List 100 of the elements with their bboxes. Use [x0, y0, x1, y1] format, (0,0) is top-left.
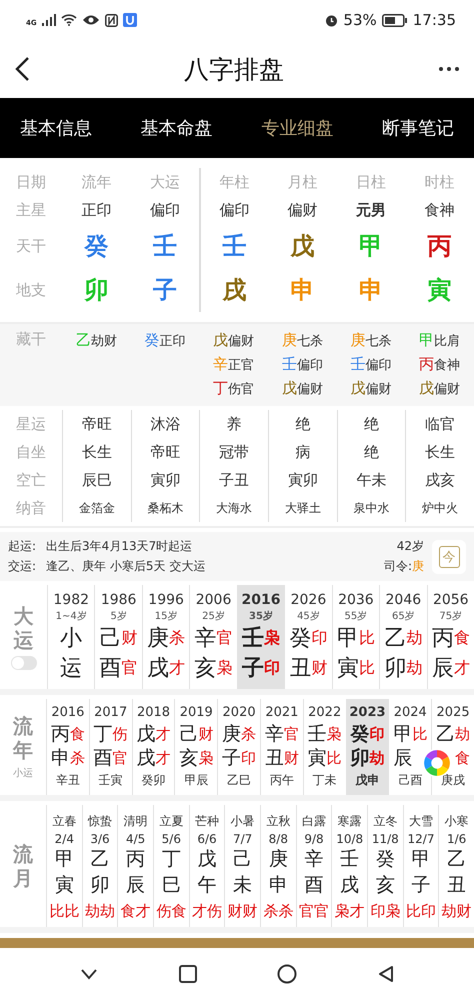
age-text: 35岁 [249, 610, 273, 624]
back-icon[interactable] [378, 965, 394, 983]
recents-icon[interactable] [178, 965, 197, 983]
branch-char: 丑 [289, 655, 312, 684]
luck-column[interactable]: 2016 35岁 壬枭 子印 [236, 585, 284, 690]
date-text: 2/4 [54, 832, 74, 846]
year-text: 2023 [349, 705, 386, 722]
tab[interactable]: 专业细盘 [261, 112, 334, 144]
xiaoyun-text: 丁未 [312, 772, 337, 790]
stem-char: 甲 [393, 722, 412, 748]
stem-char: 丙 [432, 625, 454, 654]
term-text: 白露 [302, 813, 326, 830]
back-nav-icon[interactable] [80, 968, 98, 980]
home-icon[interactable] [277, 964, 298, 984]
month-column[interactable]: 立冬 11/8 癸 亥 印枭 [367, 805, 403, 928]
year-column[interactable]: 2020 庚杀 子印 乙巳 [217, 699, 260, 796]
year-column[interactable]: 2017 丁伤 酉官 壬寅 [88, 699, 132, 796]
battery-percent: 53% [343, 11, 377, 29]
branch-char: 卯 [384, 655, 406, 684]
date-text: 1/6 [447, 832, 466, 846]
info-label: 司令: [384, 559, 412, 573]
god-text: 比 [326, 748, 342, 768]
tab[interactable]: 基本命盘 [140, 112, 213, 144]
god-text: 比比 [49, 902, 80, 922]
stem-char: 庚 [147, 625, 170, 654]
god-text: 官 [284, 724, 299, 744]
god-text: 才 [169, 658, 186, 679]
stage-text: 寅卯 [150, 470, 180, 490]
god-text: 枭 [326, 724, 342, 744]
back-icon[interactable] [14, 56, 30, 82]
more-icon[interactable] [438, 66, 460, 72]
god-text: 才伤 [192, 902, 222, 922]
month-column[interactable]: 大雪 12/7 甲 子 比印 [402, 805, 438, 928]
tab[interactable]: 断事笔记 [382, 112, 454, 144]
god-text: 劫 [455, 724, 470, 744]
year-column[interactable]: 2019 己财 亥枭 甲辰 [174, 699, 218, 796]
month-column[interactable]: 小寒 1/6 乙 丑 劫财 [438, 805, 474, 928]
row-label: 空亡 [16, 470, 46, 490]
hidden-stem: 戊偏财 [419, 378, 460, 399]
stem-char: 乙 [447, 847, 466, 872]
stage-text: 辰巳 [82, 470, 112, 490]
branch-char: 申 [50, 746, 70, 772]
year-column[interactable]: 2016 丙食 申 杀 辛丑 [46, 699, 89, 796]
luck-column[interactable]: 2036 55岁 甲 比 寅比 [332, 585, 380, 690]
stage-text: 病 [295, 442, 310, 462]
hidden-stem: 甲 比肩 [419, 330, 460, 351]
luck-column[interactable]: 1982 1~4岁 小 运 [47, 585, 94, 690]
nfc-icon [104, 14, 118, 26]
branch-char: 辰 [393, 746, 412, 772]
row-label: 星运 [16, 414, 46, 434]
luck-column[interactable]: 2046 65岁 乙劫 卯劫 [379, 585, 427, 690]
month-column[interactable]: 立春 2/4 甲 寅 比比 [46, 805, 82, 928]
god-text: 杀 [169, 628, 186, 649]
date-text: 10/8 [336, 832, 364, 846]
god-text: 印 [241, 748, 256, 768]
term-text: 寒露 [338, 813, 362, 830]
stem-char: 甲 [411, 847, 430, 872]
month-column[interactable]: 惊蛰 3/6 乙 卯 劫劫 [82, 805, 118, 928]
month-column[interactable]: 小暑 7/7 己 未 财财 [224, 805, 260, 928]
month-column[interactable]: 立秋 8/8 庚 申 杀杀 [260, 805, 296, 928]
branch-char: 寅 [428, 275, 452, 306]
column-heading: 年柱 [220, 172, 250, 192]
hidden-stem: 庚七杀 [282, 330, 323, 351]
god-text: 印枭 [370, 902, 400, 922]
star-text: 正印 [81, 200, 112, 220]
month-column[interactable]: 寒露 10/8 壬 戌 枭才 [331, 805, 367, 928]
year-text: 2022 [308, 705, 342, 722]
branch-char: 申 [358, 275, 383, 306]
branch-char: 寅 [336, 655, 359, 684]
branch-char: 巳 [162, 873, 181, 898]
luck-column[interactable]: 1986 5岁 己财 酉官 [94, 585, 142, 690]
age-text: 5岁 [110, 610, 127, 624]
stage-text: 冠带 [219, 442, 250, 462]
luck-column[interactable]: 2026 45岁 癸印 丑财 [284, 585, 332, 690]
date-text: 12/7 [408, 832, 434, 846]
xiaoyun-text: 庚戌 [441, 772, 466, 790]
year-column[interactable]: 2023 癸印 卯劫 戊申 [346, 699, 388, 796]
month-column[interactable]: 白露 9/8 辛 酉 官官 [296, 805, 332, 928]
stage-text: 绝 [364, 442, 379, 462]
tab[interactable]: 基本信息 [20, 112, 92, 144]
branch-char: 辰 [432, 655, 454, 684]
stem-char: 乙 [436, 722, 456, 748]
luck-column[interactable]: 1996 15岁 庚杀 戌才 [142, 585, 190, 690]
stage-text: 戌亥 [425, 470, 456, 490]
year-text: 2016 [242, 591, 280, 610]
year-text: 2021 [265, 705, 298, 722]
hidden-stem: 乙劫财 [76, 330, 117, 351]
god-text: 印 [369, 724, 384, 743]
info-text: 逢乙、庚年 小寒后5天 交大运 [46, 558, 206, 575]
year-column[interactable]: 2018 戊才 戌才 癸卯 [132, 699, 174, 796]
stage-text: 金箔金 [78, 500, 115, 516]
term-text: 清明 [124, 813, 148, 830]
month-column[interactable]: 立夏 5/6 丁 巳 伤食 [153, 805, 189, 928]
month-column[interactable]: 芒种 6/6 戊 午 才伤 [188, 805, 224, 928]
luck-column[interactable]: 2056 75岁 丙食 辰才 [426, 585, 474, 690]
column-heading: 时柱 [424, 172, 455, 192]
toggle-switch[interactable] [10, 656, 36, 670]
date-text: 7/7 [233, 832, 252, 846]
month-column[interactable]: 清明 4/5 丙 辰 食才 [117, 805, 153, 928]
year-column[interactable]: 2021 辛官 丑财 丙午 [260, 699, 303, 796]
